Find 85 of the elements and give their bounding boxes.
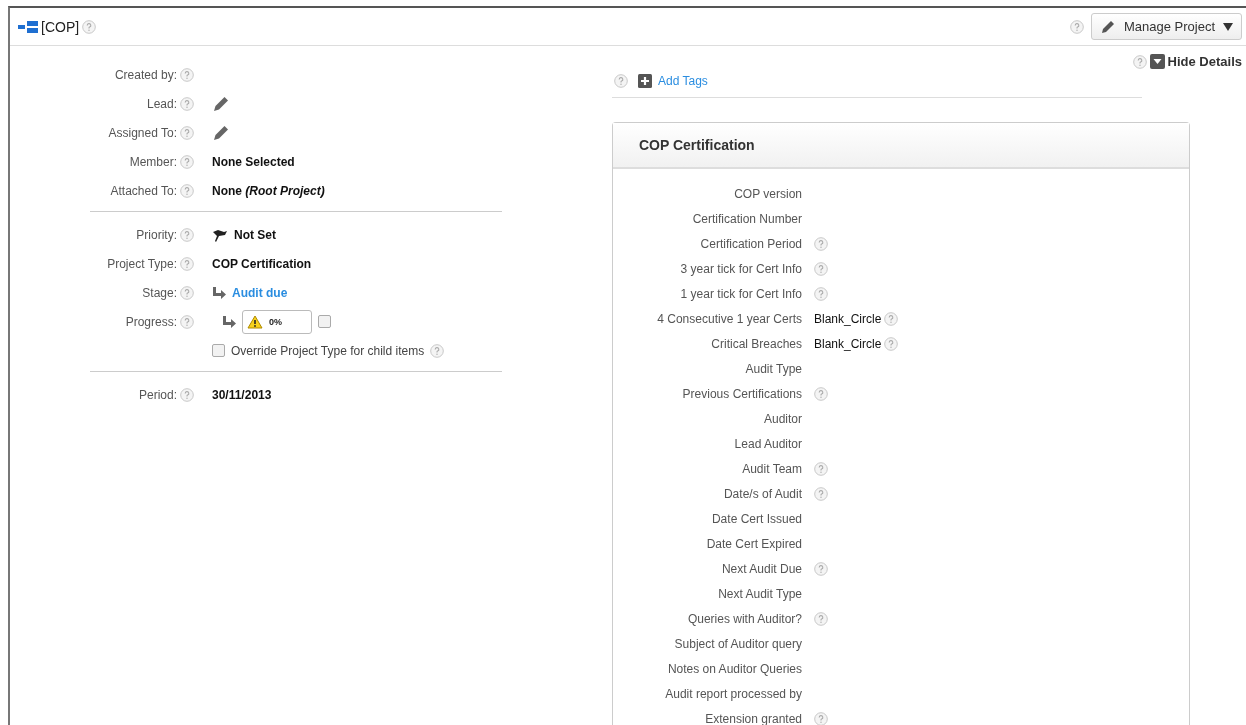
field-label: Next Audit Due [720,561,802,576]
pencil-icon[interactable] [212,94,230,113]
field-label: Created by: [114,67,177,82]
field-label: Stage: [142,285,177,300]
warning-icon [247,314,263,329]
field-label: COP version [733,186,802,201]
add-tags-link[interactable]: Add Tags [658,74,708,88]
field-label: Extension granted [704,711,802,725]
progress-field[interactable]: 0% [242,309,312,334]
checkbox-label: Override Project Type for child items [231,343,425,358]
help-icon[interactable] [180,256,194,271]
pencil-icon [1099,18,1116,35]
help-icon[interactable] [614,74,628,88]
help-icon[interactable] [814,711,828,725]
project-title: [COP] [41,18,80,35]
help-icon[interactable] [180,314,194,329]
turn-arrow-icon [222,315,236,328]
checkbox[interactable] [318,315,331,328]
field-label: 3 year tick for Cert Info [679,261,802,276]
help-icon[interactable] [884,336,899,351]
field-label: Critical Breaches [710,336,802,351]
help-icon[interactable] [814,611,828,626]
help-icon[interactable] [814,386,828,401]
help-icon[interactable] [814,236,828,251]
manage-project-button[interactable]: Manage Project [1090,13,1242,40]
field-value: Blank_Circle [814,311,882,326]
field-label: Subject of Auditor query [673,636,802,651]
collapse-icon[interactable] [1149,54,1165,69]
field-label: Project Type: [107,256,177,271]
field-label: Audit Team [741,461,802,476]
hierarchy-icon [18,20,38,33]
help-icon[interactable] [814,261,828,276]
help-icon[interactable] [180,183,194,198]
field-label: Attached To: [110,183,177,198]
field-label: 4 Consecutive 1 year Certs [656,311,802,326]
pencil-icon[interactable] [212,123,230,142]
help-icon[interactable] [180,227,194,242]
caret-icon [1223,22,1233,31]
help-icon[interactable] [1069,19,1084,34]
field-label: Notes on Auditor Queries [666,661,802,676]
help-icon[interactable] [814,561,828,576]
stage-link[interactable]: Audit due [232,285,288,300]
help-icon[interactable] [180,154,194,169]
help-icon[interactable] [814,286,828,301]
field-label: Priority: [136,227,177,242]
field-label: Audit report processed by [664,686,802,701]
field-label: Date Cert Expired [705,536,802,551]
field-label: Progress: [125,314,177,329]
field-label: Lead: [146,96,177,111]
field-label: Next Audit Type [717,586,802,601]
help-icon[interactable] [180,387,194,402]
field-label: Audit Type [744,361,802,376]
hide-details-link[interactable]: Hide Details [1167,54,1242,69]
panel-title: COP Certification [639,137,755,153]
field-label: Certification Number [691,211,802,226]
plus-icon[interactable] [638,74,652,88]
help-icon[interactable] [180,96,194,111]
field-label: Period: [138,387,177,402]
field-value: Blank_Circle [814,336,882,351]
field-label: Previous Certifications [681,386,802,401]
flag-icon [212,227,228,242]
help-icon[interactable] [180,67,194,82]
field-value: None (Root Project) [212,183,325,198]
field-label: Auditor [762,411,802,426]
checkbox[interactable] [212,344,225,357]
help-icon[interactable] [430,343,445,358]
field-label: Lead Auditor [733,436,802,451]
turn-arrow-icon [212,286,226,299]
field-value: COP Certification [212,256,312,271]
field-label: 1 year tick for Cert Info [679,286,802,301]
help-icon[interactable] [884,311,899,326]
help-icon[interactable] [82,19,97,34]
field-label: Member: [129,154,177,169]
field-value: None Selected [212,154,295,169]
field-label: Date Cert Issued [710,511,802,526]
field-label: Certification Period [699,236,802,251]
help-icon[interactable] [180,285,194,300]
field-label: Assigned To: [108,125,177,140]
help-icon[interactable] [814,486,828,501]
field-label: Date/s of Audit [722,486,802,501]
field-label: Queries with Auditor? [686,611,802,626]
field-value: 30/11/2013 [212,387,272,402]
help-icon[interactable] [180,125,194,140]
help-icon[interactable] [814,461,828,476]
field-value: Not Set [234,227,276,242]
